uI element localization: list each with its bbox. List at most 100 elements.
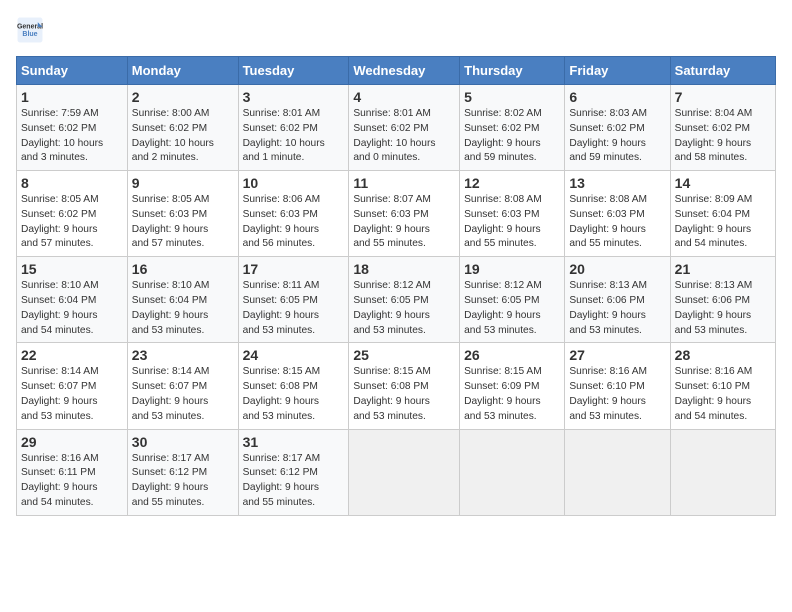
day-number: 31 [243,434,345,450]
day-number: 18 [353,261,455,277]
day-number: 19 [464,261,560,277]
calendar-cell: 5 Sunrise: 8:02 AMSunset: 6:02 PMDaylight… [460,85,565,171]
day-number: 5 [464,89,560,105]
calendar-cell: 17 Sunrise: 8:11 AMSunset: 6:05 PMDayligh… [238,257,349,343]
calendar-cell: 14Sunrise: 8:09 AMSunset: 6:04 PMDayligh… [670,171,775,257]
day-number: 2 [132,89,234,105]
weekday-header-tuesday: Tuesday [238,57,349,85]
day-info: Sunrise: 8:11 AMSunset: 6:05 PMDaylight:… [243,279,345,338]
day-info: Sunrise: 8:04 AMSunset: 6:02 PMDaylight:… [675,107,771,166]
day-number: 27 [569,347,665,363]
day-number: 16 [132,261,234,277]
calendar-cell: 12Sunrise: 8:08 AMSunset: 6:03 PMDayligh… [460,171,565,257]
calendar-cell: 30 Sunrise: 8:17 AMSunset: 6:12 PMDayligh… [127,429,238,515]
calendar-cell: 29 Sunrise: 8:16 AMSunset: 6:11 PMDayligh… [17,429,128,515]
weekday-header-friday: Friday [565,57,670,85]
weekday-header-monday: Monday [127,57,238,85]
calendar-cell: 6 Sunrise: 8:03 AMSunset: 6:02 PMDaylight… [565,85,670,171]
day-info: Sunrise: 8:05 AMSunset: 6:03 PMDaylight:… [132,193,234,252]
day-number: 17 [243,261,345,277]
calendar-cell: 27 Sunrise: 8:16 AMSunset: 6:10 PMDayligh… [565,343,670,429]
day-number: 29 [21,434,123,450]
day-number: 30 [132,434,234,450]
day-info: Sunrise: 8:15 AMSunset: 6:08 PMDaylight:… [353,365,455,424]
calendar-cell: 7 Sunrise: 8:04 AMSunset: 6:02 PMDaylight… [670,85,775,171]
day-info: Sunrise: 8:13 AMSunset: 6:06 PMDaylight:… [675,279,771,338]
day-number: 7 [675,89,771,105]
calendar-cell: 9 Sunrise: 8:05 AMSunset: 6:03 PMDaylight… [127,171,238,257]
day-info: Sunrise: 8:01 AMSunset: 6:02 PMDaylight:… [353,107,455,166]
svg-text:Blue: Blue [22,31,37,38]
day-number: 13 [569,175,665,191]
calendar-cell: 10Sunrise: 8:06 AMSunset: 6:03 PMDayligh… [238,171,349,257]
day-number: 24 [243,347,345,363]
calendar-cell: 22 Sunrise: 8:14 AMSunset: 6:07 PMDayligh… [17,343,128,429]
day-number: 10 [243,175,345,191]
calendar-cell [460,429,565,515]
day-number: 3 [243,89,345,105]
calendar-header-row: SundayMondayTuesdayWednesdayThursdayFrid… [17,57,776,85]
calendar-week-row: 8Sunrise: 8:05 AMSunset: 6:02 PMDaylight… [17,171,776,257]
calendar-cell: 23 Sunrise: 8:14 AMSunset: 6:07 PMDayligh… [127,343,238,429]
day-info: Sunrise: 8:10 AMSunset: 6:04 PMDaylight:… [132,279,234,338]
calendar-cell: 3 Sunrise: 8:01 AMSunset: 6:02 PMDaylight… [238,85,349,171]
calendar-week-row: 1Sunrise: 7:59 AMSunset: 6:02 PMDaylight… [17,85,776,171]
calendar-cell: 15Sunrise: 8:10 AMSunset: 6:04 PMDayligh… [17,257,128,343]
calendar-cell: 21Sunrise: 8:13 AMSunset: 6:06 PMDayligh… [670,257,775,343]
day-number: 20 [569,261,665,277]
day-number: 22 [21,347,123,363]
day-info: Sunrise: 8:12 AMSunset: 6:05 PMDaylight:… [353,279,455,338]
weekday-header-sunday: Sunday [17,57,128,85]
day-number: 4 [353,89,455,105]
day-info: Sunrise: 8:00 AMSunset: 6:02 PMDaylight:… [132,107,234,166]
day-info: Sunrise: 8:16 AMSunset: 6:10 PMDaylight:… [569,365,665,424]
day-info: Sunrise: 8:17 AMSunset: 6:12 PMDaylight:… [243,452,345,511]
day-info: Sunrise: 8:10 AMSunset: 6:04 PMDaylight:… [21,279,123,338]
calendar-cell: 20 Sunrise: 8:13 AMSunset: 6:06 PMDayligh… [565,257,670,343]
calendar-cell [349,429,460,515]
day-number: 11 [353,175,455,191]
day-number: 28 [675,347,771,363]
day-number: 9 [132,175,234,191]
day-info: Sunrise: 8:14 AMSunset: 6:07 PMDaylight:… [132,365,234,424]
calendar-cell: 19 Sunrise: 8:12 AMSunset: 6:05 PMDayligh… [460,257,565,343]
calendar-cell: 16 Sunrise: 8:10 AMSunset: 6:04 PMDayligh… [127,257,238,343]
day-info: Sunrise: 8:05 AMSunset: 6:02 PMDaylight:… [21,193,123,252]
day-info: Sunrise: 7:59 AMSunset: 6:02 PMDaylight:… [21,107,123,166]
calendar-body: 1Sunrise: 7:59 AMSunset: 6:02 PMDaylight… [17,85,776,516]
logo-icon: General Blue [16,16,44,44]
day-info: Sunrise: 8:12 AMSunset: 6:05 PMDaylight:… [464,279,560,338]
logo: General Blue [16,16,50,44]
day-number: 14 [675,175,771,191]
day-info: Sunrise: 8:14 AMSunset: 6:07 PMDaylight:… [21,365,123,424]
calendar-cell: 2 Sunrise: 8:00 AMSunset: 6:02 PMDaylight… [127,85,238,171]
day-info: Sunrise: 8:08 AMSunset: 6:03 PMDaylight:… [464,193,560,252]
calendar-cell: 31 Sunrise: 8:17 AMSunset: 6:12 PMDayligh… [238,429,349,515]
day-info: Sunrise: 8:03 AMSunset: 6:02 PMDaylight:… [569,107,665,166]
day-info: Sunrise: 8:13 AMSunset: 6:06 PMDaylight:… [569,279,665,338]
calendar-cell [670,429,775,515]
day-info: Sunrise: 8:01 AMSunset: 6:02 PMDaylight:… [243,107,345,166]
day-info: Sunrise: 8:02 AMSunset: 6:02 PMDaylight:… [464,107,560,166]
day-number: 23 [132,347,234,363]
day-info: Sunrise: 8:17 AMSunset: 6:12 PMDaylight:… [132,452,234,511]
calendar-cell: 26 Sunrise: 8:15 AMSunset: 6:09 PMDayligh… [460,343,565,429]
day-number: 6 [569,89,665,105]
day-number: 26 [464,347,560,363]
calendar-cell: 13 Sunrise: 8:08 AMSunset: 6:03 PMDayligh… [565,171,670,257]
calendar-cell: 18 Sunrise: 8:12 AMSunset: 6:05 PMDayligh… [349,257,460,343]
calendar-cell: 28 Sunrise: 8:16 AMSunset: 6:10 PMDayligh… [670,343,775,429]
calendar-cell: 24 Sunrise: 8:15 AMSunset: 6:08 PMDayligh… [238,343,349,429]
calendar-cell: 4 Sunrise: 8:01 AMSunset: 6:02 PMDaylight… [349,85,460,171]
day-info: Sunrise: 8:08 AMSunset: 6:03 PMDaylight:… [569,193,665,252]
calendar-cell: 25Sunrise: 8:15 AMSunset: 6:08 PMDayligh… [349,343,460,429]
day-info: Sunrise: 8:15 AMSunset: 6:09 PMDaylight:… [464,365,560,424]
calendar-cell: 1Sunrise: 7:59 AMSunset: 6:02 PMDaylight… [17,85,128,171]
day-info: Sunrise: 8:16 AMSunset: 6:10 PMDaylight:… [675,365,771,424]
weekday-header-thursday: Thursday [460,57,565,85]
day-info: Sunrise: 8:15 AMSunset: 6:08 PMDaylight:… [243,365,345,424]
calendar-week-row: 15Sunrise: 8:10 AMSunset: 6:04 PMDayligh… [17,257,776,343]
calendar-cell: 8Sunrise: 8:05 AMSunset: 6:02 PMDaylight… [17,171,128,257]
calendar-cell: 11Sunrise: 8:07 AMSunset: 6:03 PMDayligh… [349,171,460,257]
day-info: Sunrise: 8:16 AMSunset: 6:11 PMDaylight:… [21,452,123,511]
